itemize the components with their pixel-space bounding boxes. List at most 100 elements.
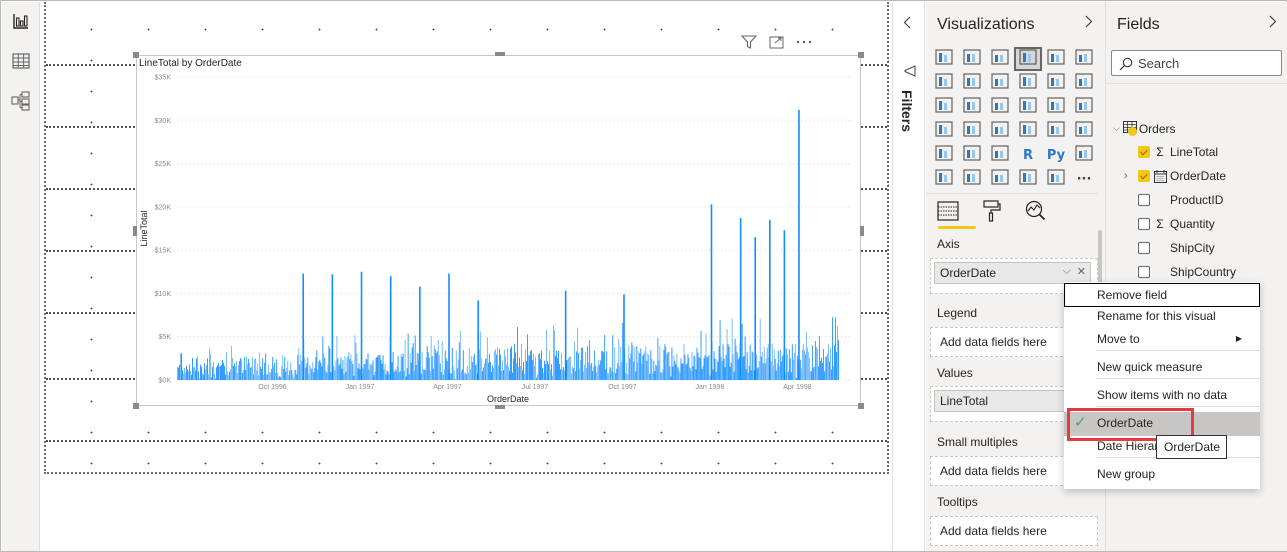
visual-type-button[interactable]: [986, 47, 1014, 71]
more-options-icon: [796, 40, 812, 44]
fields-search-input[interactable]: [1138, 54, 1278, 72]
field-checkbox[interactable]: [1138, 218, 1150, 230]
visual-type-button[interactable]: [1014, 119, 1042, 143]
bar: [676, 353, 678, 380]
visual-type-button[interactable]: [1070, 143, 1098, 167]
more-options-button[interactable]: [796, 40, 812, 44]
resize-handle[interactable]: [860, 226, 864, 236]
visual-type-button[interactable]: [1070, 119, 1098, 143]
menu-item-remove-field[interactable]: Remove field: [1064, 283, 1260, 307]
menu-item-show-items-with-no-data[interactable]: Show items with no data: [1064, 384, 1260, 408]
collapse-filters-button[interactable]: [903, 16, 911, 33]
field-item[interactable]: Σ Quantity: [1124, 217, 1215, 231]
format-tab[interactable]: [980, 199, 1004, 223]
bar: [436, 351, 438, 380]
visual-type-button[interactable]: [930, 47, 958, 71]
menu-item-rename-for-this-visual[interactable]: Rename for this visual: [1064, 305, 1260, 329]
field-item[interactable]: › OrderDate: [1124, 169, 1226, 183]
visual-type-button[interactable]: [1070, 95, 1098, 119]
chevron-right-icon[interactable]: ›: [1124, 170, 1138, 182]
resize-handle[interactable]: [858, 52, 864, 58]
field-item[interactable]: ShipCity: [1124, 241, 1215, 255]
visual-type-button[interactable]: [930, 167, 958, 191]
bar: [742, 356, 744, 380]
visual-type-button[interactable]: [930, 95, 958, 119]
field-checkbox[interactable]: [1138, 170, 1150, 182]
menu-item-orderdate[interactable]: OrderDate ✓: [1064, 412, 1260, 436]
visual-type-button[interactable]: [1014, 47, 1042, 71]
bar: [782, 354, 784, 380]
fields-title: Fields: [1117, 16, 1160, 33]
bar: [371, 363, 373, 380]
visual-type-button[interactable]: R: [1014, 143, 1042, 167]
resize-handle[interactable]: [495, 405, 505, 409]
visual-type-button[interactable]: [958, 95, 986, 119]
visual-type-button[interactable]: [1042, 47, 1070, 71]
field-checkbox[interactable]: [1138, 266, 1150, 278]
bar: [776, 363, 778, 380]
visual-type-button[interactable]: [1070, 47, 1098, 71]
visual-type-button[interactable]: [958, 47, 986, 71]
bar: [317, 369, 319, 380]
remove-field-icon[interactable]: ✕: [1077, 265, 1086, 278]
axis-field-pill[interactable]: OrderDate ⌵ ✕: [934, 262, 1091, 284]
resize-handle[interactable]: [858, 403, 864, 409]
chevron-down-icon[interactable]: ⌵: [1062, 265, 1070, 278]
visual-type-button[interactable]: [1042, 119, 1070, 143]
field-checkbox[interactable]: [1138, 146, 1150, 158]
fields-search-box[interactable]: [1111, 50, 1282, 76]
collapse-visualizations-button[interactable]: [1085, 14, 1093, 32]
visual-type-button[interactable]: [986, 119, 1014, 143]
resize-handle[interactable]: [495, 52, 505, 56]
visual-type-button[interactable]: ···: [1070, 167, 1098, 191]
visual-type-button[interactable]: [1042, 95, 1070, 119]
visual-type-button[interactable]: [1014, 95, 1042, 119]
visual-type-button[interactable]: [958, 71, 986, 95]
visual-type-button[interactable]: [1014, 71, 1042, 95]
visual-type-button[interactable]: [958, 119, 986, 143]
report-canvas[interactable]: LineTotal by OrderDate $0K $5K $10K $15K $20…: [41, 2, 892, 551]
visual-type-button[interactable]: [958, 167, 986, 191]
visual-type-button[interactable]: [1014, 167, 1042, 191]
visual-type-button[interactable]: Py: [1042, 143, 1070, 167]
focus-mode-button[interactable]: [769, 36, 784, 49]
table-node-orders[interactable]: ⌵ Orders: [1113, 121, 1176, 136]
report-view-button[interactable]: [10, 10, 32, 32]
visual-type-button[interactable]: [930, 71, 958, 95]
resize-handle[interactable]: [133, 403, 139, 409]
visual-type-button[interactable]: [1070, 71, 1098, 95]
visual-type-button[interactable]: [1042, 71, 1070, 95]
bar-peak: [783, 230, 786, 380]
field-checkbox[interactable]: [1138, 242, 1150, 254]
visual-type-button[interactable]: [986, 71, 1014, 95]
visual-type-button[interactable]: [958, 143, 986, 167]
menu-item-move-to[interactable]: Move to ▶: [1064, 328, 1260, 352]
filters-label[interactable]: Filters: [899, 90, 915, 132]
field-item[interactable]: ProductID: [1124, 193, 1223, 207]
analytics-tab[interactable]: [1024, 199, 1048, 223]
visual-type-button[interactable]: [930, 119, 958, 143]
bar: [208, 374, 209, 380]
menu-item-new-group[interactable]: New group: [1064, 463, 1260, 487]
visual-type-button[interactable]: [986, 143, 1014, 167]
visual-type-button[interactable]: [986, 95, 1014, 119]
bar: [548, 364, 549, 380]
menu-item-new-quick-measure[interactable]: New quick measure: [1064, 356, 1260, 380]
visual-type-button[interactable]: [986, 167, 1014, 191]
resize-handle[interactable]: [133, 52, 139, 58]
bar: [497, 365, 499, 380]
field-checkbox[interactable]: [1138, 194, 1150, 206]
tooltips-well[interactable]: Add data fields here: [930, 516, 1098, 546]
field-item[interactable]: ShipCountry: [1124, 265, 1236, 279]
field-item[interactable]: Σ LineTotal: [1124, 145, 1218, 159]
visual-type-button[interactable]: [930, 143, 958, 167]
fields-tab[interactable]: [936, 199, 960, 223]
collapse-fields-button[interactable]: [1269, 14, 1277, 32]
column-chart-visual[interactable]: LineTotal by OrderDate $0K $5K $10K $15K $20…: [133, 52, 864, 409]
filter-button[interactable]: [741, 35, 757, 49]
resize-handle[interactable]: [133, 226, 137, 236]
model-view-button[interactable]: [10, 90, 32, 112]
data-view-button[interactable]: [10, 50, 32, 72]
visual-type-button[interactable]: [1042, 167, 1070, 191]
chevron-down-icon[interactable]: ⌵: [1113, 123, 1120, 134]
